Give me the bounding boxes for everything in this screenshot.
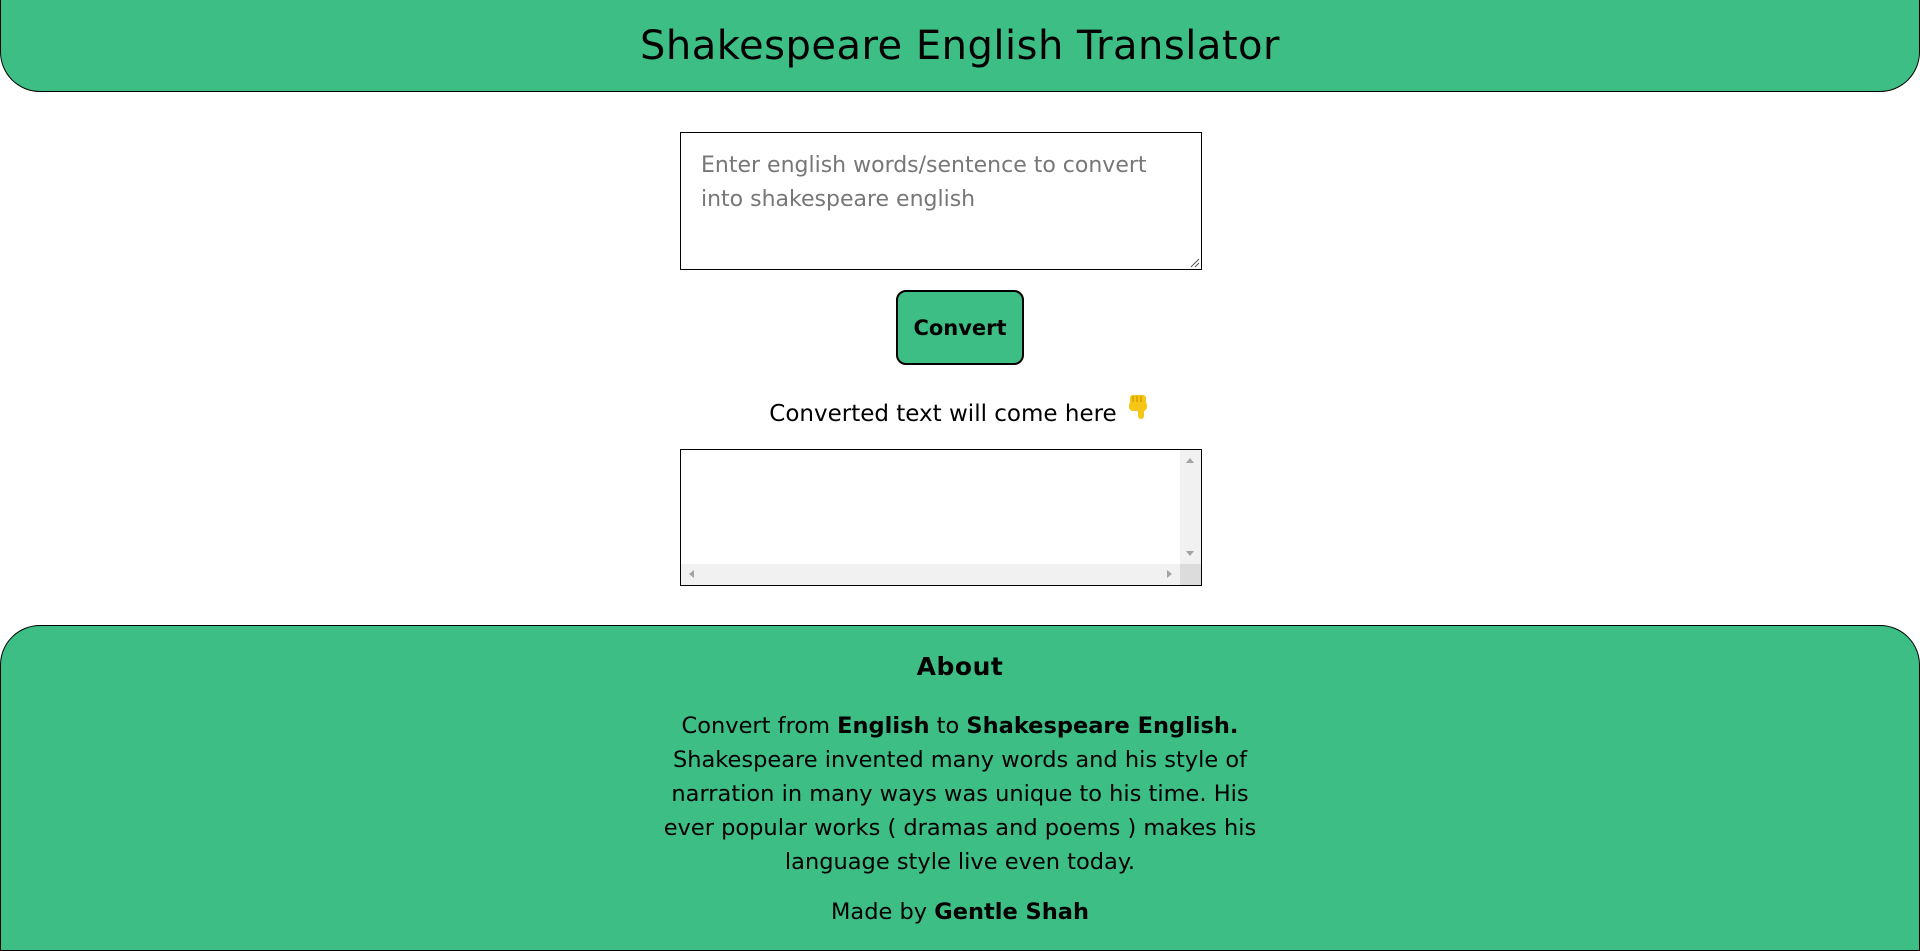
- scroll-left-arrow-icon[interactable]: [689, 570, 694, 578]
- scrollbar-corner: [1180, 564, 1201, 585]
- credit-name: Gentle Shah: [934, 899, 1089, 925]
- about-to-lang: Shakespeare English.: [966, 713, 1239, 739]
- english-input-field[interactable]: [680, 132, 1202, 270]
- pointing-down-hand-icon: [1125, 393, 1151, 427]
- about-from-lang: English: [837, 713, 930, 739]
- about-intro-prefix: Convert from: [681, 713, 838, 739]
- resize-handle-icon[interactable]: [1188, 256, 1200, 268]
- converted-output-field[interactable]: [680, 449, 1202, 586]
- output-label-text: Converted text will come here: [769, 401, 1117, 427]
- output-label: Converted text will come here: [660, 393, 1260, 427]
- about-body: Shakespeare invented many words and his …: [663, 747, 1257, 875]
- about-heading: About: [916, 652, 1004, 681]
- app-header: Shakespeare English Translator: [0, 0, 1920, 92]
- credit-prefix: Made by: [831, 899, 935, 925]
- convert-button[interactable]: Convert: [896, 290, 1024, 365]
- about-section: About Convert from English to Shakespear…: [0, 625, 1920, 951]
- credit-line: Made by Gentle Shah: [1, 899, 1919, 925]
- about-description: Convert from English to Shakespeare Engl…: [650, 709, 1270, 879]
- scroll-right-arrow-icon[interactable]: [1167, 570, 1172, 578]
- vertical-scrollbar[interactable]: [1180, 450, 1201, 564]
- horizontal-scrollbar[interactable]: [681, 564, 1180, 585]
- scroll-up-arrow-icon[interactable]: [1186, 458, 1194, 463]
- page-title: Shakespeare English Translator: [640, 22, 1280, 69]
- scroll-down-arrow-icon[interactable]: [1186, 551, 1194, 556]
- about-connector: to: [929, 713, 967, 739]
